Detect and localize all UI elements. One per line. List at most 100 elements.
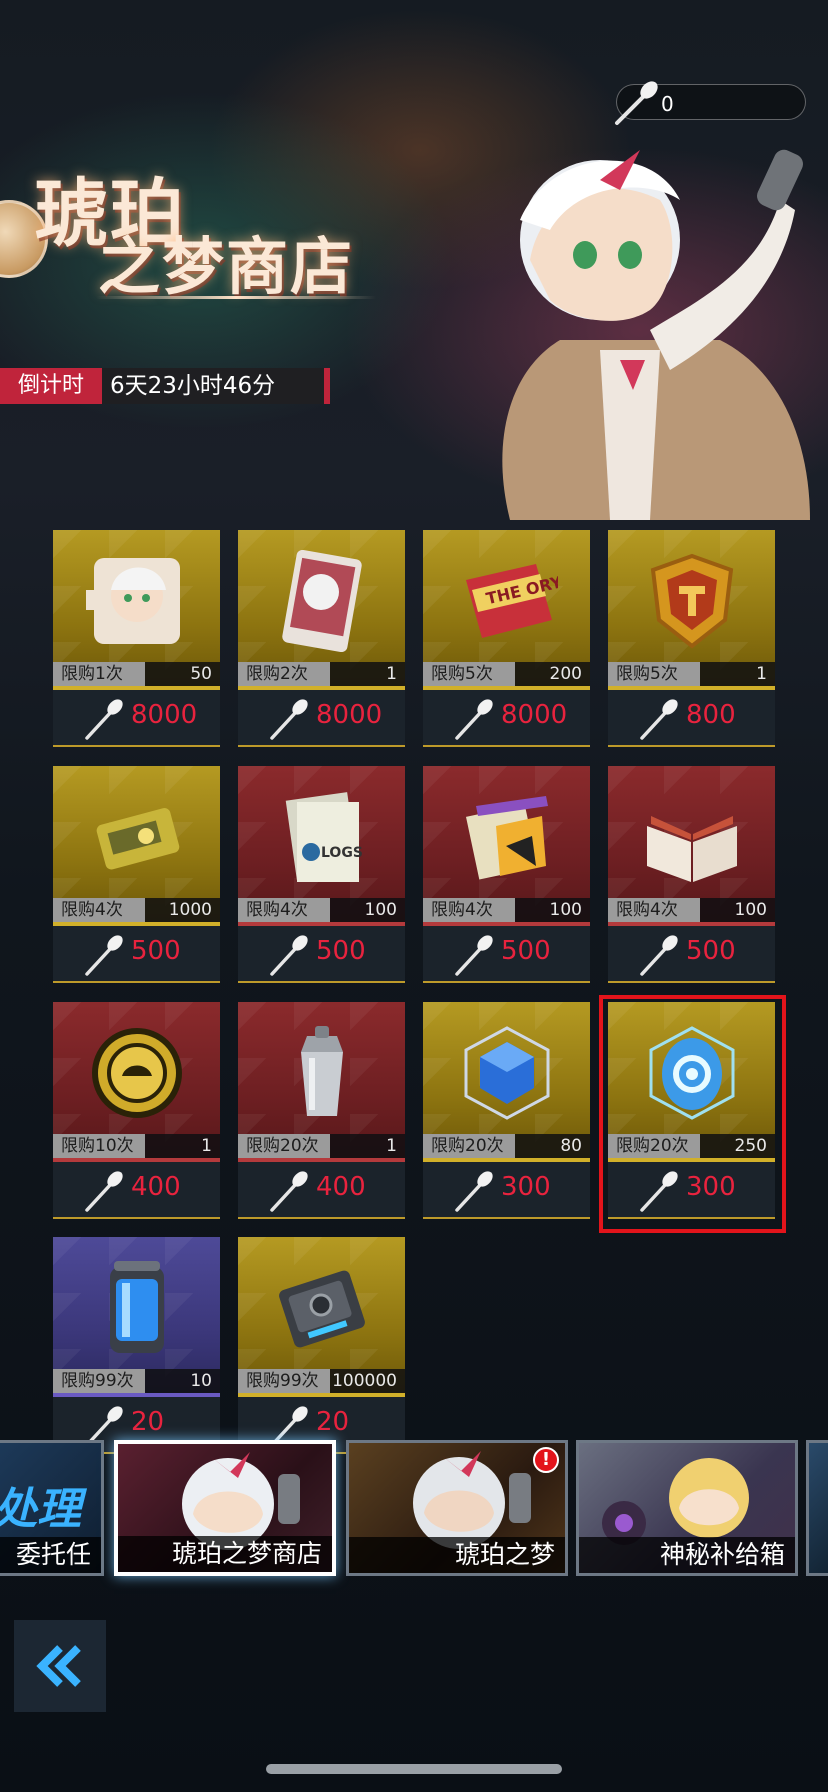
item-purchase-limit: 限购5次	[423, 662, 515, 686]
shield-badge-icon	[650, 553, 734, 649]
item-price: 500	[686, 936, 736, 966]
item-quantity: 1	[756, 664, 767, 684]
price-currency	[451, 696, 497, 746]
theory-book-icon: THE ORY	[466, 564, 558, 638]
item-purchase-limit: 限购4次	[608, 898, 700, 922]
puzzle-portrait-icon	[86, 558, 180, 644]
item-price: 20	[131, 1407, 165, 1437]
item-price-button[interactable]: 8000	[423, 690, 590, 747]
item-price-button[interactable]: 800	[608, 690, 775, 747]
price-currency	[451, 932, 497, 982]
shop-banner: 琥珀 之梦商店 倒计时 6天23小时46分	[0, 140, 828, 520]
item-limit-bar: 限购99次 100000	[238, 1369, 405, 1393]
item-price-button[interactable]: 300	[423, 1162, 590, 1219]
countdown-label: 倒计时	[0, 368, 102, 404]
item-price-button[interactable]: 400	[238, 1162, 405, 1219]
ribbon-files-icon	[466, 796, 548, 880]
title-underline	[96, 296, 376, 299]
currency-counter: 0	[615, 81, 806, 125]
item-limit-bar: 限购4次 100	[608, 898, 775, 922]
item-price-button[interactable]: 500	[423, 926, 590, 983]
tab-amber-dream-shop[interactable]: 琥珀之梦商店	[114, 1440, 336, 1576]
item-price-button[interactable]: 8000	[238, 690, 405, 747]
item-price-button[interactable]: 8000	[53, 690, 220, 747]
tab-amber-dream[interactable]: ! 琥珀之梦	[346, 1440, 568, 1576]
logs-papers-icon: LOGS	[285, 792, 363, 882]
shop-item[interactable]: 限购4次 1000 500	[53, 766, 220, 983]
spoon-icon	[270, 699, 308, 740]
spoon-icon	[640, 935, 678, 976]
item-price-button[interactable]: 500	[608, 926, 775, 983]
item-purchase-limit: 限购2次	[238, 662, 330, 686]
character-illustration	[502, 149, 810, 520]
tab-commission-label: 委托任务	[0, 1537, 101, 1573]
item-purchase-limit: 限购1次	[53, 662, 145, 686]
shop-item[interactable]: 限购4次 100 500	[423, 766, 590, 983]
spoon-icon	[270, 935, 308, 976]
item-quantity: 1	[386, 1136, 397, 1156]
item-price: 800	[686, 700, 736, 730]
spoon-icon	[640, 699, 678, 740]
tab-amber-dream-shop-label: 琥珀之梦商店	[118, 1536, 332, 1572]
shop-item[interactable]: 限购20次 80 300	[423, 1002, 590, 1219]
spoon-icon	[85, 1171, 123, 1212]
back-button[interactable]	[14, 1620, 106, 1712]
item-purchase-limit: 限购4次	[53, 898, 145, 922]
shop-item[interactable]: 限购4次 100 500	[608, 766, 775, 983]
shop-item[interactable]: LOGS 限购4次 100 500	[238, 766, 405, 983]
shop-item[interactable]: 限购5次 1 800	[608, 530, 775, 747]
home-indicator	[266, 1764, 562, 1774]
shop-item[interactable]: 限购99次 100000 20	[238, 1237, 405, 1454]
item-price-button[interactable]: 400	[53, 1162, 220, 1219]
shop-item[interactable]: 限购99次 10 20	[53, 1237, 220, 1454]
price-currency	[81, 932, 127, 982]
memory-module-icon	[279, 1270, 365, 1348]
alert-badge-icon: !	[533, 1447, 559, 1473]
tab-partial-next[interactable]	[806, 1440, 828, 1576]
price-currency	[266, 696, 312, 746]
character-card-icon	[282, 550, 362, 652]
item-limit-bar: 限购99次 10	[53, 1369, 220, 1393]
shop-item[interactable]: 限购20次 1 400	[238, 1002, 405, 1219]
spoon-icon	[455, 935, 493, 976]
spoon-icon	[85, 935, 123, 976]
tab-mystery-supply-box[interactable]: 神秘补给箱	[576, 1440, 798, 1576]
item-price: 300	[501, 1172, 551, 1202]
shop-item[interactable]: THE ORY 限购5次 200 8000	[423, 530, 590, 747]
countdown: 倒计时 6天23小时46分	[0, 368, 330, 404]
item-limit-bar: 限购10次 1	[53, 1134, 220, 1158]
item-price-button[interactable]: 500	[53, 926, 220, 983]
item-limit-bar: 限购2次 1	[238, 662, 405, 686]
tab-commission-big-text: 处理	[0, 1484, 81, 1535]
item-limit-bar: 限购5次 1	[608, 662, 775, 686]
item-limit-bar: 限购1次 50	[53, 662, 220, 686]
item-purchase-limit: 限购4次	[238, 898, 330, 922]
shop-item[interactable]: 限购10次 1 400	[53, 1002, 220, 1219]
item-price: 8000	[316, 700, 383, 730]
tab-commission[interactable]: 处理 委托任务	[0, 1440, 104, 1576]
shop-item[interactable]: 限购1次 50 8000	[53, 530, 220, 747]
item-limit-bar: 限购4次 100	[238, 898, 405, 922]
price-currency	[81, 696, 127, 746]
item-price: 500	[316, 936, 366, 966]
blue-cube-icon	[464, 1026, 550, 1120]
item-price: 400	[131, 1172, 181, 1202]
price-currency	[266, 932, 312, 982]
item-purchase-limit: 限购5次	[608, 662, 700, 686]
item-quantity: 100	[549, 900, 582, 920]
item-price-button[interactable]: 500	[238, 926, 405, 983]
item-purchase-limit: 限购20次	[423, 1134, 515, 1158]
cocktail-shaker-icon	[301, 1026, 343, 1116]
open-book-icon	[647, 816, 737, 882]
item-quantity: 1	[201, 1136, 212, 1156]
shop-item[interactable]: 限购2次 1 8000	[238, 530, 405, 747]
item-limit-bar: 限购20次 80	[423, 1134, 590, 1158]
item-quantity: 1000	[168, 900, 212, 920]
tab-amber-dream-label: 琥珀之梦	[349, 1537, 565, 1573]
item-quantity: 50	[190, 664, 212, 684]
bottom-tab-bar: 处理 委托任务 琥珀之梦商店 ! 琥珀之梦 神秘补给箱	[0, 1440, 828, 1580]
price-currency	[451, 1168, 497, 1218]
item-quantity: 10	[190, 1371, 212, 1391]
spoon-icon	[85, 699, 123, 740]
item-price: 20	[316, 1407, 350, 1437]
